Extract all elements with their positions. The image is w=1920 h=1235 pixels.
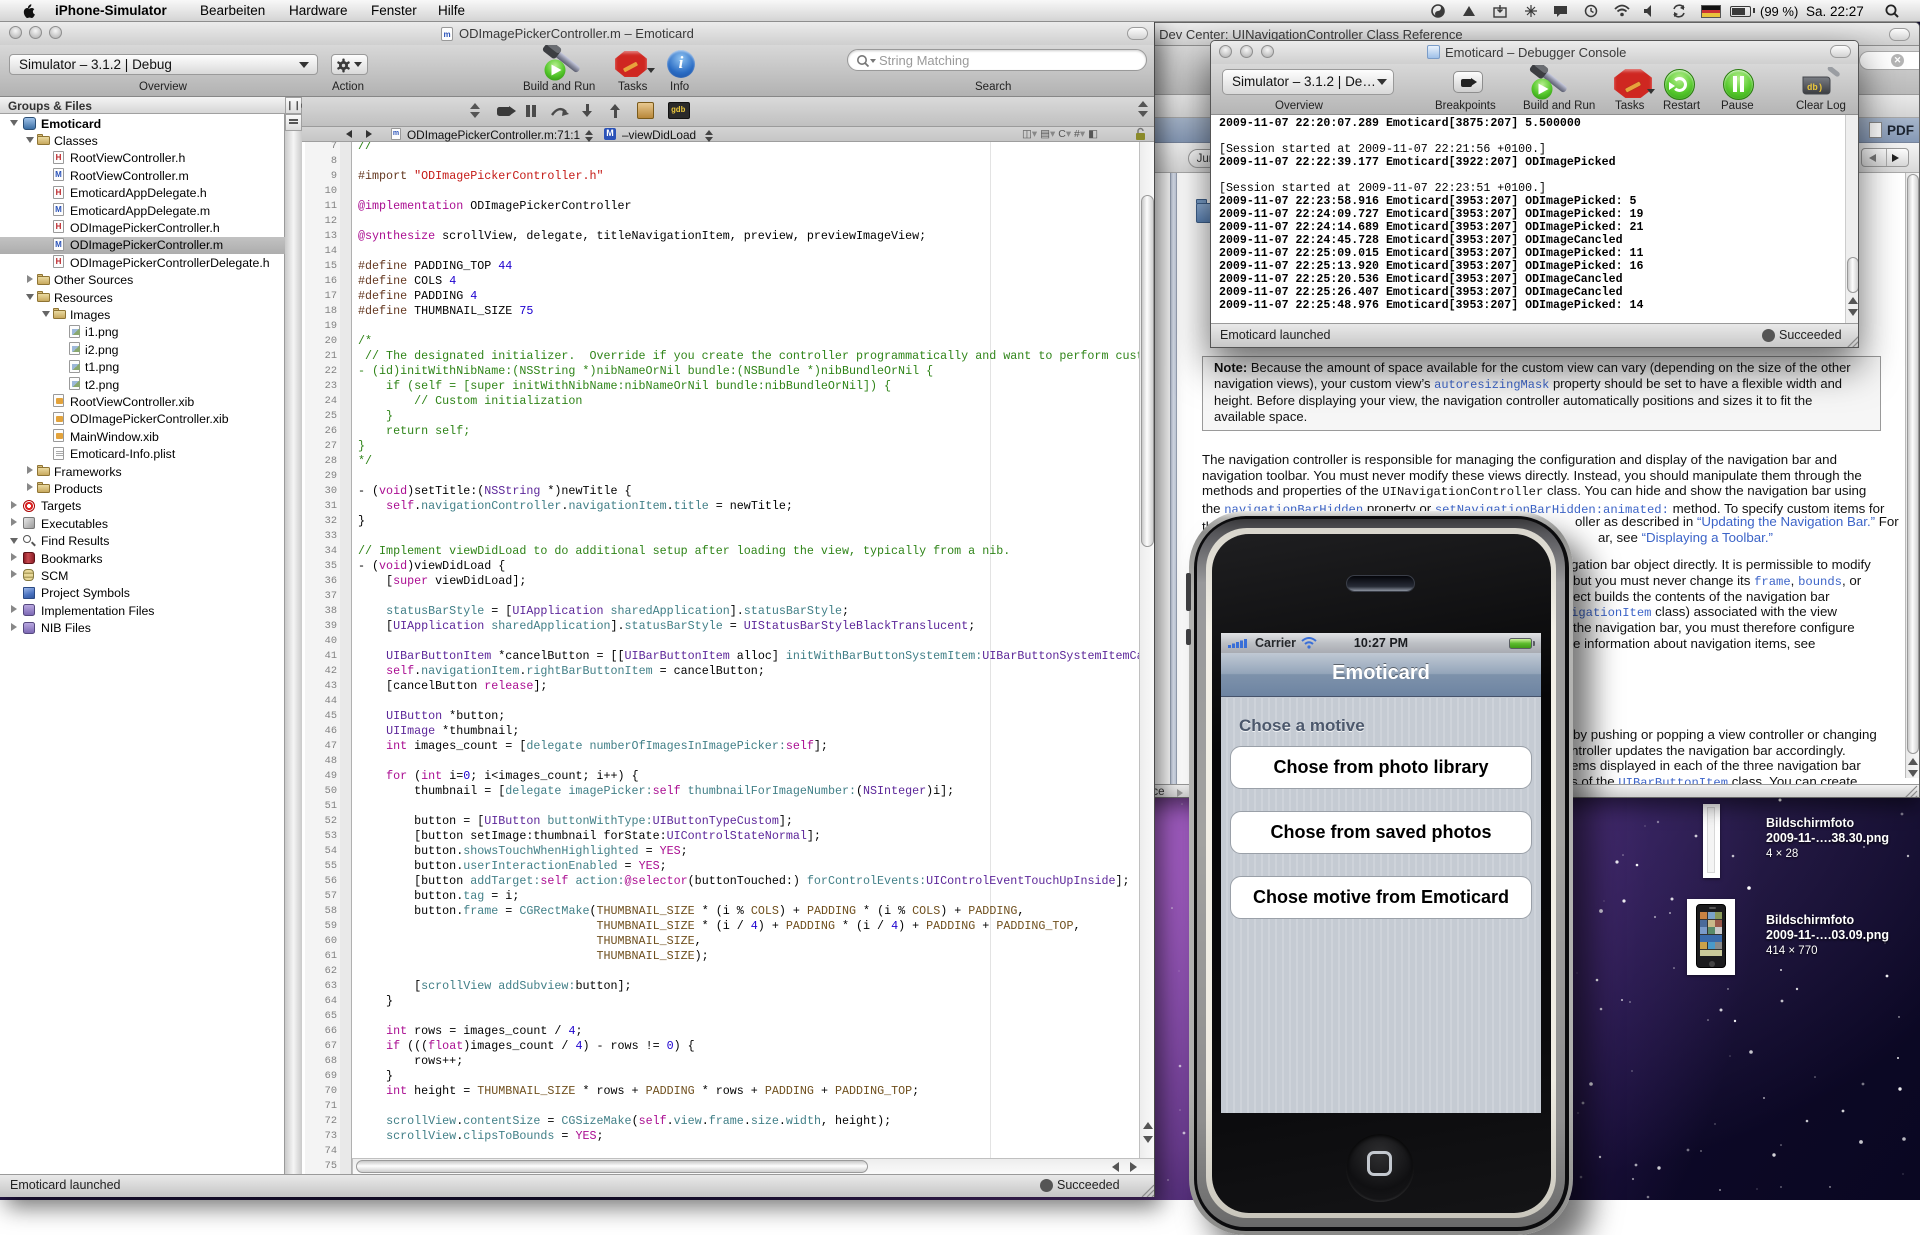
svg-text:db): db) <box>1807 83 1823 93</box>
